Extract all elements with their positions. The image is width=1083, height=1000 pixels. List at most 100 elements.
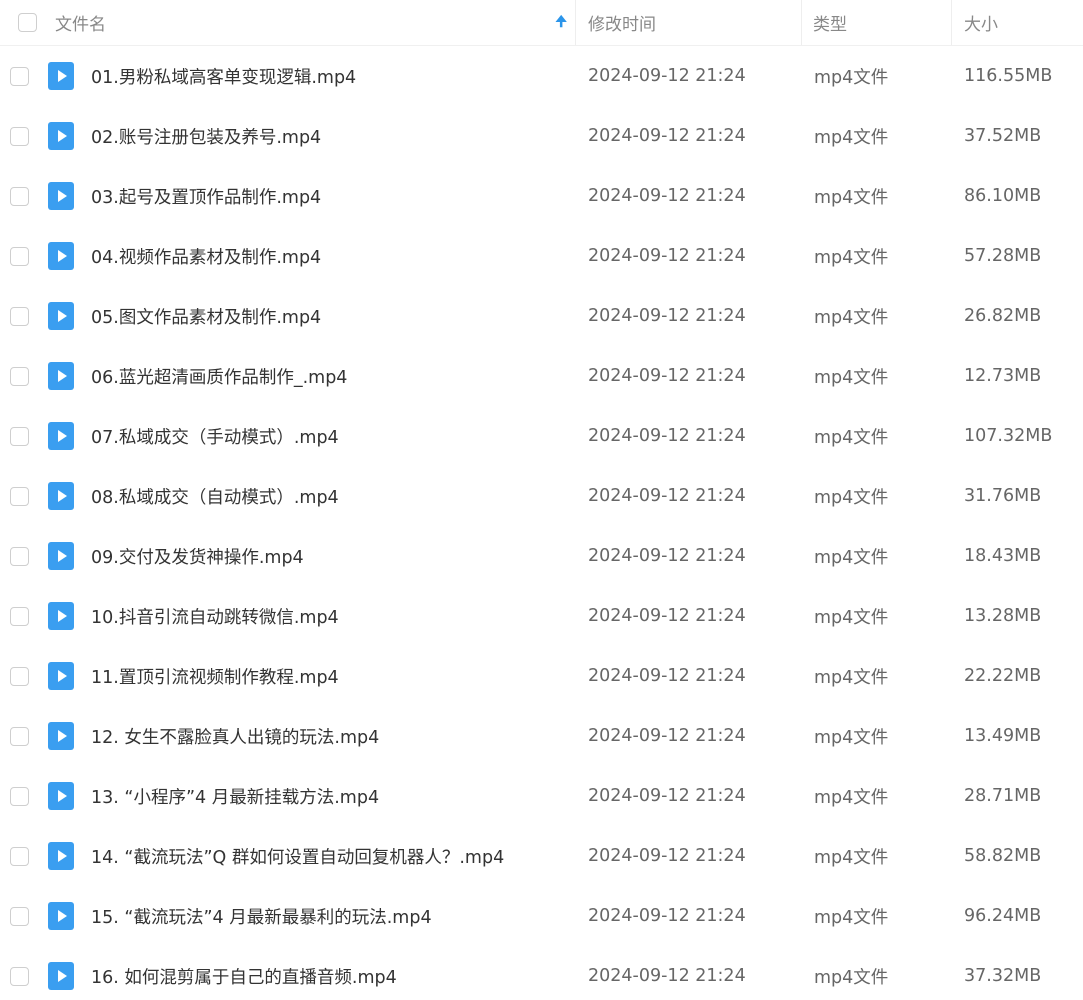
video-file-icon <box>48 602 91 630</box>
file-type: mp4文件 <box>814 847 889 868</box>
row-checkbox[interactable] <box>10 606 29 626</box>
row-checkbox[interactable] <box>10 426 29 446</box>
file-modified-time: 2024-09-12 21:24 <box>588 486 746 506</box>
table-row[interactable]: 16. 如何混剪属于自己的直播音频.mp4 2024-09-12 21:24 mp4… <box>0 946 1083 1000</box>
row-checkbox[interactable] <box>10 666 29 686</box>
table-row[interactable]: 11.置顶引流视频制作教程.mp4 2024-09-12 21:24 mp4文件 22… <box>0 646 1083 706</box>
row-checkbox-cell <box>0 126 48 146</box>
table-row[interactable]: 03.起号及置顶作品制作.mp4 2024-09-12 21:24 mp4文件 86.… <box>0 166 1083 226</box>
file-size: 107.32MB <box>964 426 1053 446</box>
file-modified-time: 2024-09-12 21:24 <box>588 726 746 746</box>
file-modified-time: 2024-09-12 21:24 <box>588 306 746 326</box>
file-size: 22.22MB <box>964 666 1042 686</box>
file-name[interactable]: 11.置顶引流视频制作教程.mp4 <box>91 664 588 689</box>
table-row[interactable]: 12. 女生不露脸真人出镜的玩法.mp4 2024-09-12 21:24 mp4文… <box>0 706 1083 766</box>
row-checkbox[interactable] <box>10 486 29 506</box>
file-type: mp4文件 <box>814 427 889 448</box>
table-row[interactable]: 15. “截流玩法”4 月最新最暴利的玩法.mp4 2024-09-12 21:2… <box>0 886 1083 946</box>
row-checkbox[interactable] <box>10 246 29 266</box>
row-checkbox-cell <box>0 606 48 626</box>
sort-ascending-icon[interactable]: 🠉 <box>555 11 567 35</box>
row-checkbox[interactable] <box>10 366 29 386</box>
file-modified-time: 2024-09-12 21:24 <box>588 246 746 266</box>
select-all-checkbox[interactable] <box>18 13 37 32</box>
file-size: 18.43MB <box>964 546 1042 566</box>
video-file-icon <box>48 242 91 270</box>
row-checkbox-cell <box>0 246 48 266</box>
file-modified-time: 2024-09-12 21:24 <box>588 186 746 206</box>
size-header-label: 大小 <box>964 15 998 35</box>
table-header: 文件名 🠉 修改时间 类型 大小 <box>0 0 1083 46</box>
table-row[interactable]: 14. “截流玩法”Q 群如何设置自动回复机器人？.mp4 2024-09-12 … <box>0 826 1083 886</box>
table-row[interactable]: 13. “小程序”4 月最新挂载方法.mp4 2024-09-12 21:24 mp… <box>0 766 1083 826</box>
file-name[interactable]: 12. 女生不露脸真人出镜的玩法.mp4 <box>91 724 588 749</box>
file-size: 58.82MB <box>964 846 1042 866</box>
file-modified-time: 2024-09-12 21:24 <box>588 786 746 806</box>
file-name[interactable]: 10.抖音引流自动跳转微信.mp4 <box>91 604 588 629</box>
file-name[interactable]: 16. 如何混剪属于自己的直播音频.mp4 <box>91 964 588 989</box>
file-name[interactable]: 14. “截流玩法”Q 群如何设置自动回复机器人？.mp4 <box>91 844 588 869</box>
table-row[interactable]: 06.蓝光超清画质作品制作_.mp4 2024-09-12 21:24 mp4文件 1… <box>0 346 1083 406</box>
file-type: mp4文件 <box>814 307 889 328</box>
row-checkbox-cell <box>0 366 48 386</box>
table-row[interactable]: 07.私域成交（手动模式）.mp4 2024-09-12 21:24 mp4文件 10… <box>0 406 1083 466</box>
row-checkbox[interactable] <box>10 906 29 926</box>
file-size: 86.10MB <box>964 186 1042 206</box>
row-checkbox[interactable] <box>10 726 29 746</box>
row-checkbox-cell <box>0 726 48 746</box>
file-size: 116.55MB <box>964 66 1053 86</box>
file-name[interactable]: 01.男粉私域高客单变现逻辑.mp4 <box>91 64 588 89</box>
row-checkbox[interactable] <box>10 186 29 206</box>
column-header-size[interactable]: 大小 <box>952 0 1083 45</box>
file-size: 13.28MB <box>964 606 1042 626</box>
file-name[interactable]: 03.起号及置顶作品制作.mp4 <box>91 184 588 209</box>
file-name[interactable]: 08.私域成交（自动模式）.mp4 <box>91 484 588 509</box>
file-name[interactable]: 13. “小程序”4 月最新挂载方法.mp4 <box>91 784 588 809</box>
row-checkbox-cell <box>0 966 48 986</box>
file-name[interactable]: 04.视频作品素材及制作.mp4 <box>91 244 588 269</box>
table-row[interactable]: 08.私域成交（自动模式）.mp4 2024-09-12 21:24 mp4文件 31… <box>0 466 1083 526</box>
column-header-modified[interactable]: 修改时间 <box>576 0 802 45</box>
table-row[interactable]: 04.视频作品素材及制作.mp4 2024-09-12 21:24 mp4文件 57.… <box>0 226 1083 286</box>
row-checkbox[interactable] <box>10 126 29 146</box>
file-name[interactable]: 02.账号注册包装及养号.mp4 <box>91 124 588 149</box>
row-checkbox-cell <box>0 66 48 86</box>
file-size: 96.24MB <box>964 906 1042 926</box>
table-row[interactable]: 05.图文作品素材及制作.mp4 2024-09-12 21:24 mp4文件 26.… <box>0 286 1083 346</box>
file-modified-time: 2024-09-12 21:24 <box>588 846 746 866</box>
modified-header-label: 修改时间 <box>588 15 656 35</box>
file-type: mp4文件 <box>814 787 889 808</box>
column-header-filename[interactable]: 文件名 🠉 <box>48 0 576 45</box>
row-checkbox[interactable] <box>10 306 29 326</box>
file-rows: 01.男粉私域高客单变现逻辑.mp4 2024-09-12 21:24 mp4文件 1… <box>0 46 1083 1000</box>
video-file-icon <box>48 302 91 330</box>
row-checkbox[interactable] <box>10 966 29 986</box>
row-checkbox[interactable] <box>10 66 29 86</box>
file-type: mp4文件 <box>814 907 889 928</box>
table-row[interactable]: 10.抖音引流自动跳转微信.mp4 2024-09-12 21:24 mp4文件 13… <box>0 586 1083 646</box>
file-name[interactable]: 07.私域成交（手动模式）.mp4 <box>91 424 588 449</box>
table-row[interactable]: 01.男粉私域高客单变现逻辑.mp4 2024-09-12 21:24 mp4文件 1… <box>0 46 1083 106</box>
row-checkbox-cell <box>0 846 48 866</box>
row-checkbox[interactable] <box>10 786 29 806</box>
file-name[interactable]: 15. “截流玩法”4 月最新最暴利的玩法.mp4 <box>91 904 588 929</box>
file-type: mp4文件 <box>814 967 889 988</box>
file-name[interactable]: 09.交付及发货神操作.mp4 <box>91 544 588 569</box>
file-type: mp4文件 <box>814 67 889 88</box>
row-checkbox[interactable] <box>10 546 29 566</box>
column-header-type[interactable]: 类型 <box>802 0 952 45</box>
row-checkbox[interactable] <box>10 846 29 866</box>
table-row[interactable]: 09.交付及发货神操作.mp4 2024-09-12 21:24 mp4文件 18.4… <box>0 526 1083 586</box>
file-size: 12.73MB <box>964 366 1042 386</box>
table-row[interactable]: 02.账号注册包装及养号.mp4 2024-09-12 21:24 mp4文件 37.… <box>0 106 1083 166</box>
video-file-icon <box>48 422 91 450</box>
video-file-icon <box>48 722 91 750</box>
video-file-icon <box>48 662 91 690</box>
file-type: mp4文件 <box>814 127 889 148</box>
video-file-icon <box>48 182 91 210</box>
file-name[interactable]: 05.图文作品素材及制作.mp4 <box>91 304 588 329</box>
file-size: 31.76MB <box>964 486 1042 506</box>
file-modified-time: 2024-09-12 21:24 <box>588 426 746 446</box>
file-modified-time: 2024-09-12 21:24 <box>588 126 746 146</box>
file-name[interactable]: 06.蓝光超清画质作品制作_.mp4 <box>91 364 588 389</box>
